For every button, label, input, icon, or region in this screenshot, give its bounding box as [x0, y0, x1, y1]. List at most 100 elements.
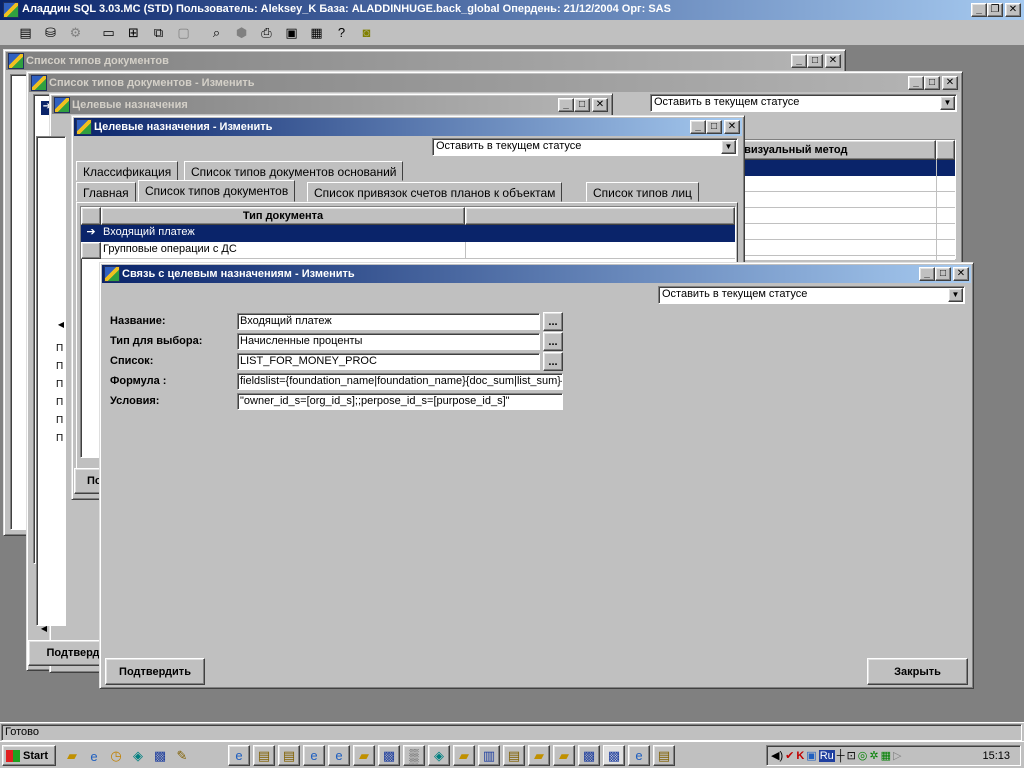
- task-button[interactable]: ▩: [378, 745, 400, 766]
- network-icon[interactable]: ▣: [806, 749, 816, 762]
- task-buttons: e ▤ ▤ e e ▰ ▩ ▒ ◈ ▰ ▥ ▤ ▰ ▰ ▩ ▩ e ▤: [228, 745, 675, 766]
- tray-misc-icon[interactable]: ▦: [881, 749, 891, 762]
- minimize-button[interactable]: _: [558, 98, 574, 112]
- task-button[interactable]: e: [303, 745, 325, 766]
- table-row[interactable]: Входящий платеж: [101, 225, 735, 242]
- close-dialog-button[interactable]: Закрыть: [867, 658, 968, 685]
- status-combo[interactable]: Оставить в текущем статусе ▼: [658, 286, 965, 304]
- window-disabled-icon[interactable]: ▢: [172, 22, 195, 44]
- help-icon[interactable]: ?: [330, 22, 353, 44]
- tray-misc-icon[interactable]: ✲: [869, 749, 878, 762]
- chevron-down-icon[interactable]: ▼: [940, 96, 955, 110]
- task-button[interactable]: ▰: [553, 745, 575, 766]
- list-select-button[interactable]: ...: [543, 352, 563, 371]
- status-combo[interactable]: Оставить в текущем статусе ▼: [650, 94, 957, 112]
- close-button[interactable]: ✕: [942, 76, 958, 90]
- maximize-button[interactable]: □: [935, 267, 951, 281]
- type-select-button[interactable]: ...: [543, 332, 563, 351]
- task-button[interactable]: e: [328, 745, 350, 766]
- table-row[interactable]: Групповые операции с ДС: [101, 242, 735, 259]
- list-icon[interactable]: ▤: [14, 22, 37, 44]
- conditions-field[interactable]: "owner_id_s=[org_id_s];;perpose_id_s=[pu…: [237, 393, 563, 410]
- task-button[interactable]: ▰: [453, 745, 475, 766]
- chevron-down-icon[interactable]: ▼: [721, 140, 736, 154]
- tools-icon[interactable]: ⚙: [64, 22, 87, 44]
- tab-classification[interactable]: Классификация: [76, 161, 179, 181]
- task-button[interactable]: ▤: [278, 745, 300, 766]
- tab-account-bindings[interactable]: Список привязок счетов планов к объектам: [307, 182, 563, 202]
- task-button[interactable]: e: [228, 745, 250, 766]
- task-button-active[interactable]: ▩: [603, 745, 625, 766]
- maximize-button[interactable]: □: [807, 54, 823, 68]
- maximize-button[interactable]: □: [574, 98, 590, 112]
- window-icon[interactable]: ▭: [97, 22, 120, 44]
- maximize-button[interactable]: □: [924, 76, 940, 90]
- list-field[interactable]: LIST_FOR_MONEY_PROC: [237, 353, 540, 370]
- app-shortcut-icon[interactable]: ▩: [150, 745, 170, 767]
- task-button[interactable]: e: [628, 745, 650, 766]
- tab-person-types[interactable]: Список типов лиц: [586, 182, 699, 202]
- status-combo[interactable]: Оставить в текущем статусе ▼: [432, 138, 738, 156]
- print-icon[interactable]: ⎙: [255, 22, 278, 44]
- scroll-left-icon[interactable]: ◀: [37, 624, 51, 638]
- exit-icon[interactable]: ◙: [355, 22, 378, 44]
- task-button[interactable]: ▩: [578, 745, 600, 766]
- doc-grid: евизуальный метод: [734, 139, 956, 260]
- task-button[interactable]: ▰: [353, 745, 375, 766]
- database-icon[interactable]: ⛁: [39, 22, 62, 44]
- clock-app-icon[interactable]: ◷: [106, 745, 126, 767]
- tab-main[interactable]: Главная: [76, 182, 136, 202]
- tray-misc-icon[interactable]: ◎: [858, 749, 868, 762]
- find-icon[interactable]: ⌕: [205, 22, 228, 44]
- task-button[interactable]: ▤: [503, 745, 525, 766]
- minimize-button[interactable]: _: [791, 54, 807, 68]
- minimize-button[interactable]: _: [690, 120, 706, 134]
- app-close-button[interactable]: ✕: [1005, 3, 1021, 17]
- task-button[interactable]: ▤: [653, 745, 675, 766]
- edit-shortcut-icon[interactable]: ✎: [172, 745, 192, 767]
- cascade-icon[interactable]: ⧉: [147, 22, 170, 44]
- app-restore-button[interactable]: ❐: [987, 3, 1003, 17]
- tray-misc-icon[interactable]: ┼: [837, 750, 845, 762]
- status-combo-value: Оставить в текущем статусе: [436, 140, 582, 152]
- close-button[interactable]: ✕: [592, 98, 608, 112]
- task-button[interactable]: ◈: [428, 745, 450, 766]
- app-title-bar: Аладдин SQL 3.03.МС (STD) Пользователь: …: [0, 0, 1024, 20]
- messenger-icon[interactable]: ◈: [128, 745, 148, 767]
- scroll-left-icon[interactable]: ◀: [54, 320, 68, 334]
- minimize-button[interactable]: _: [908, 76, 924, 90]
- task-button[interactable]: ▒: [403, 745, 425, 766]
- tray-misc-icon[interactable]: ⊡: [847, 749, 856, 762]
- calendar-icon[interactable]: ▦: [305, 22, 328, 44]
- language-indicator[interactable]: Ru: [818, 749, 835, 762]
- folder-icon[interactable]: ▰: [62, 745, 82, 767]
- close-button[interactable]: ✕: [953, 267, 969, 281]
- close-button[interactable]: ✕: [724, 120, 740, 134]
- tab-base-doc-types[interactable]: Список типов документов оснований: [184, 161, 404, 181]
- task-button[interactable]: ▤: [253, 745, 275, 766]
- app-minimize-button[interactable]: _: [971, 3, 987, 17]
- close-button[interactable]: ✕: [825, 54, 841, 68]
- speaker-icon[interactable]: ◀): [771, 749, 783, 762]
- grid-selected-row[interactable]: [735, 160, 955, 176]
- minimize-button[interactable]: _: [919, 267, 935, 281]
- save-icon[interactable]: ▣: [280, 22, 303, 44]
- start-button[interactable]: Start: [2, 745, 56, 766]
- grid-rows: [735, 176, 955, 260]
- k-icon[interactable]: K: [796, 750, 804, 762]
- check-icon[interactable]: ✔: [785, 749, 794, 762]
- name-field[interactable]: Входящий платеж: [237, 313, 540, 330]
- chevron-down-icon[interactable]: ▼: [948, 288, 963, 302]
- formula-field[interactable]: fieldslist={foundation_name|foundation_n…: [237, 373, 563, 390]
- tab-doc-types[interactable]: Список типов документов: [138, 180, 296, 202]
- task-button[interactable]: ▰: [528, 745, 550, 766]
- browser-icon[interactable]: e: [84, 745, 104, 767]
- type-field[interactable]: Начисленные проценты: [237, 333, 540, 350]
- task-button[interactable]: ▥: [478, 745, 500, 766]
- tile-icon[interactable]: ⊞: [122, 22, 145, 44]
- maximize-button[interactable]: □: [706, 120, 722, 134]
- name-select-button[interactable]: ...: [543, 312, 563, 331]
- tray-misc-icon[interactable]: ▷: [893, 749, 901, 762]
- stop-icon[interactable]: ⬢: [230, 22, 253, 44]
- confirm-button[interactable]: Подтвердить: [105, 658, 205, 685]
